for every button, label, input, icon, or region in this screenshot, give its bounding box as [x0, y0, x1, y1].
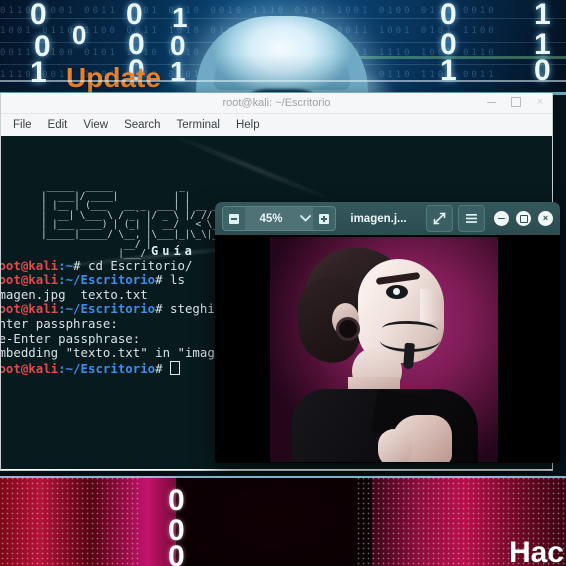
menu-edit[interactable]: Edit [40, 117, 76, 133]
zoom-in-icon[interactable] [313, 207, 335, 230]
hamburger-menu-icon[interactable] [458, 205, 485, 232]
banner-digit: 0 [30, 0, 47, 31]
prompt-user: root@kali [1, 257, 59, 273]
fullscreen-icon[interactable] [426, 205, 453, 232]
image-viewer-window-controls: × [494, 211, 553, 226]
passphrase-prompt: Enter passphrase: [1, 315, 118, 331]
banner-digit: 0 [534, 54, 551, 87]
update-headline: Update [66, 62, 161, 93]
prompt-path: :~ [58, 257, 74, 273]
minimize-button[interactable] [486, 96, 498, 108]
prompt-symbol: # [155, 301, 171, 317]
image-viewer-toolbar: 45% imagen.j... × [215, 202, 560, 235]
banner-digit: 0 [72, 20, 87, 50]
zoom-control-group: 45% [222, 206, 336, 231]
image-viewer-title: imagen.j... [350, 212, 407, 225]
terminal-line: root@kali:~# cd Escritorio/ [1, 258, 192, 273]
viewer-close-button[interactable]: × [538, 211, 553, 226]
prompt-path: :~/Escritorio [58, 272, 156, 288]
prompt-user: root@kali [1, 301, 59, 317]
command-text: cd Escritorio/ [87, 257, 193, 273]
banner-digit: 1 [440, 54, 457, 87]
passphrase-reenter-prompt: Re-Enter passphrase: [1, 330, 141, 346]
viewer-maximize-button[interactable] [516, 211, 531, 226]
image-viewer-canvas[interactable] [215, 235, 560, 463]
bottom-banner-image: 0 0 0 Hac [0, 476, 566, 566]
anonymous-mask-portrait [270, 237, 498, 462]
prompt-user: root@kali [1, 272, 59, 288]
terminal-text-block: root@kali:~# cd Escritorio/ root@kali:~/… [1, 244, 222, 391]
menu-view[interactable]: View [75, 117, 116, 133]
prompt-path: :~/Escritorio [58, 360, 156, 376]
terminal-title: root@kali: ~/Escritorio [222, 97, 331, 109]
prompt-symbol: # [155, 272, 171, 288]
menu-terminal[interactable]: Terminal [169, 117, 228, 133]
menu-search[interactable]: Search [116, 117, 168, 133]
terminal-line: root@kali:~/Escritorio# steghid [1, 301, 222, 317]
terminal-cursor [170, 360, 181, 375]
menu-file[interactable]: File [5, 117, 40, 133]
prompt-user: root@kali [1, 360, 59, 376]
image-viewer-window[interactable]: 45% imagen.j... × [215, 202, 560, 463]
menu-help[interactable]: Help [228, 117, 268, 133]
maximize-button[interactable] [510, 96, 522, 108]
terminal-menubar: File Edit View Search Terminal Help [1, 114, 552, 136]
banner-digit: 1 [170, 56, 186, 87]
chevron-down-icon[interactable] [297, 214, 313, 224]
embedding-status: embedding "texto.txt" in "image [1, 345, 223, 361]
command-text: ls [170, 272, 185, 288]
prompt-symbol: # [73, 257, 88, 273]
ls-output: imagen.jpg texto.txt [1, 286, 148, 302]
zoom-out-icon[interactable] [223, 207, 245, 230]
bottom-banner-digit: 0 [168, 540, 185, 566]
terminal-line: root@kali:~/Escritorio# ls [1, 272, 185, 287]
prompt-path: :~/Escritorio [58, 301, 156, 317]
viewer-minimize-button[interactable] [494, 211, 509, 226]
screen-root: 0110 1001 0011 1101 0110 0010 1110 0101 … [0, 0, 566, 566]
top-banner-image: 0110 1001 0011 1101 0110 0010 1110 0101 … [0, 0, 566, 95]
bottom-banner-digit: 0 [168, 484, 185, 517]
hac-headline: Hac [508, 536, 564, 566]
close-button[interactable]: × [534, 96, 546, 108]
prompt-symbol: # [155, 360, 171, 376]
terminal-line: root@kali:~/Escritorio# [1, 360, 181, 376]
terminal-titlebar[interactable]: root@kali: ~/Escritorio × [1, 93, 552, 114]
terminal-window-controls: × [486, 96, 546, 108]
zoom-level-label[interactable]: 45% [245, 213, 297, 225]
banner-digit: 1 [30, 56, 47, 89]
